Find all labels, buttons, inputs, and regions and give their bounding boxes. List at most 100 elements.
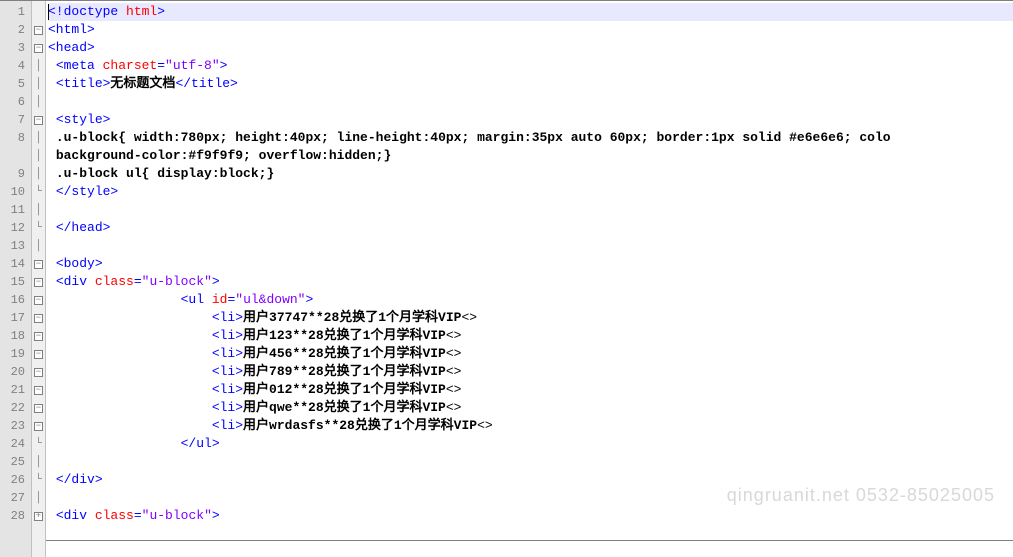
code-token: <head> <box>48 40 95 55</box>
fold-marker[interactable]: − <box>32 399 45 417</box>
line-number: 4 <box>0 57 25 75</box>
code-line[interactable]: <li>用户qwe**28兑换了1个月学科VIP<> <box>48 399 1013 417</box>
line-number: 12 <box>0 219 25 237</box>
fold-marker[interactable]: + <box>32 507 45 525</box>
code-token: charset <box>103 58 158 73</box>
code-line[interactable]: <meta charset="utf-8"> <box>48 57 1013 75</box>
line-number: 26 <box>0 471 25 489</box>
line-number: 24 <box>0 435 25 453</box>
code-token: <li> <box>212 310 243 325</box>
line-number: 8 <box>0 129 25 147</box>
code-token: <li> <box>212 328 243 343</box>
line-number: 13 <box>0 237 25 255</box>
code-line[interactable]: <li>用户789**28兑换了1个月学科VIP<> <box>48 363 1013 381</box>
code-line[interactable] <box>48 93 1013 111</box>
code-line[interactable]: <head> <box>48 39 1013 57</box>
code-line[interactable]: <html> <box>48 21 1013 39</box>
line-number: 7 <box>0 111 25 129</box>
fold-marker: └ <box>32 219 45 237</box>
code-line[interactable]: <div class="u-block"> <box>48 273 1013 291</box>
code-token: = <box>134 274 142 289</box>
code-token: <div <box>56 274 95 289</box>
code-token: > <box>212 274 220 289</box>
code-line[interactable]: .u-block{ width:780px; height:40px; line… <box>48 129 1013 147</box>
fold-marker[interactable]: − <box>32 309 45 327</box>
fold-marker[interactable]: − <box>32 363 45 381</box>
fold-marker: │ <box>32 75 45 93</box>
code-token: <> <box>477 418 493 433</box>
code-token: <> <box>446 328 462 343</box>
line-number: 5 <box>0 75 25 93</box>
code-token: </head> <box>56 220 111 235</box>
fold-marker[interactable]: − <box>32 381 45 399</box>
code-line[interactable]: <body> <box>48 255 1013 273</box>
fold-marker[interactable]: − <box>32 291 45 309</box>
code-token: <body> <box>56 256 103 271</box>
fold-marker[interactable]: − <box>32 39 45 57</box>
code-token: = <box>157 58 165 73</box>
code-token: <li> <box>212 346 243 361</box>
fold-marker[interactable]: − <box>32 417 45 435</box>
code-token: 用户789**28兑换了1个月学科VIP <box>243 364 446 379</box>
fold-marker[interactable]: − <box>32 345 45 363</box>
fold-marker[interactable]: − <box>32 273 45 291</box>
code-token: <> <box>446 382 462 397</box>
code-line[interactable] <box>48 489 1013 507</box>
code-line[interactable]: </style> <box>48 183 1013 201</box>
fold-marker: │ <box>32 201 45 219</box>
code-area[interactable]: <!doctype html><html> <head> <meta charse… <box>46 1 1013 557</box>
code-line[interactable]: <!doctype html> <box>48 3 1013 21</box>
code-token: 用户wrdasfs**28兑换了1个月学科VIP <box>243 418 477 433</box>
code-token: "ul&down" <box>235 292 305 307</box>
code-line[interactable]: <li>用户wrdasfs**28兑换了1个月学科VIP<> <box>48 417 1013 435</box>
fold-marker[interactable]: − <box>32 21 45 39</box>
code-line[interactable]: background-color:#f9f9f9; overflow:hidde… <box>48 147 1013 165</box>
code-editor[interactable]: 1234567891011121314151617181920212223242… <box>0 0 1013 557</box>
code-token: .u-block ul{ display:block;} <box>56 166 274 181</box>
code-token: "u-block" <box>142 508 212 523</box>
fold-marker[interactable]: − <box>32 255 45 273</box>
code-line[interactable]: <div class="u-block"> <box>48 507 1013 525</box>
code-token: 用户37747**28兑换了1个月学科VIP <box>243 310 461 325</box>
line-number <box>0 147 25 165</box>
code-line[interactable]: </head> <box>48 219 1013 237</box>
code-token: 用户qwe**28兑换了1个月学科VIP <box>243 400 446 415</box>
code-line[interactable]: <title>无标题文档</title> <box>48 75 1013 93</box>
fold-marker: │ <box>32 129 45 147</box>
code-token: </title> <box>175 76 237 91</box>
code-token: <title> <box>56 76 111 91</box>
code-line[interactable]: </div> <box>48 471 1013 489</box>
line-number: 20 <box>0 363 25 381</box>
code-token: <> <box>446 400 462 415</box>
code-line[interactable] <box>48 237 1013 255</box>
code-line[interactable]: <style> <box>48 111 1013 129</box>
code-token: <html> <box>48 22 95 37</box>
code-token: 用户123**28兑换了1个月学科VIP <box>243 328 446 343</box>
code-line[interactable] <box>48 201 1013 219</box>
code-line[interactable]: <li>用户456**28兑换了1个月学科VIP<> <box>48 345 1013 363</box>
bottom-divider <box>46 540 1013 541</box>
code-line[interactable]: .u-block ul{ display:block;} <box>48 165 1013 183</box>
fold-marker[interactable]: − <box>32 327 45 345</box>
line-number: 22 <box>0 399 25 417</box>
code-token: </style> <box>56 184 118 199</box>
code-token: .u-block{ width:780px; height:40px; line… <box>56 130 891 145</box>
line-number: 1 <box>0 3 25 21</box>
fold-marker[interactable]: − <box>32 111 45 129</box>
code-line[interactable]: <li>用户123**28兑换了1个月学科VIP<> <box>48 327 1013 345</box>
fold-marker: │ <box>32 57 45 75</box>
code-token: id <box>212 292 228 307</box>
code-token: 用户012**28兑换了1个月学科VIP <box>243 382 446 397</box>
code-line[interactable]: <ul id="ul&down"> <box>48 291 1013 309</box>
code-token: <li> <box>212 364 243 379</box>
code-line[interactable]: </ul> <box>48 435 1013 453</box>
code-line[interactable]: <li>用户012**28兑换了1个月学科VIP<> <box>48 381 1013 399</box>
code-line[interactable] <box>48 453 1013 471</box>
code-token: > <box>305 292 313 307</box>
code-token: 无标题文档 <box>110 76 175 91</box>
code-line[interactable]: <li>用户37747**28兑换了1个月学科VIP<> <box>48 309 1013 327</box>
code-token: > <box>220 58 228 73</box>
fold-column[interactable]: −−│││−│││└│└│−−−−−−−−−−└│└│+ <box>32 1 46 557</box>
code-token: background-color:#f9f9f9; overflow:hidde… <box>56 148 391 163</box>
line-number: 16 <box>0 291 25 309</box>
